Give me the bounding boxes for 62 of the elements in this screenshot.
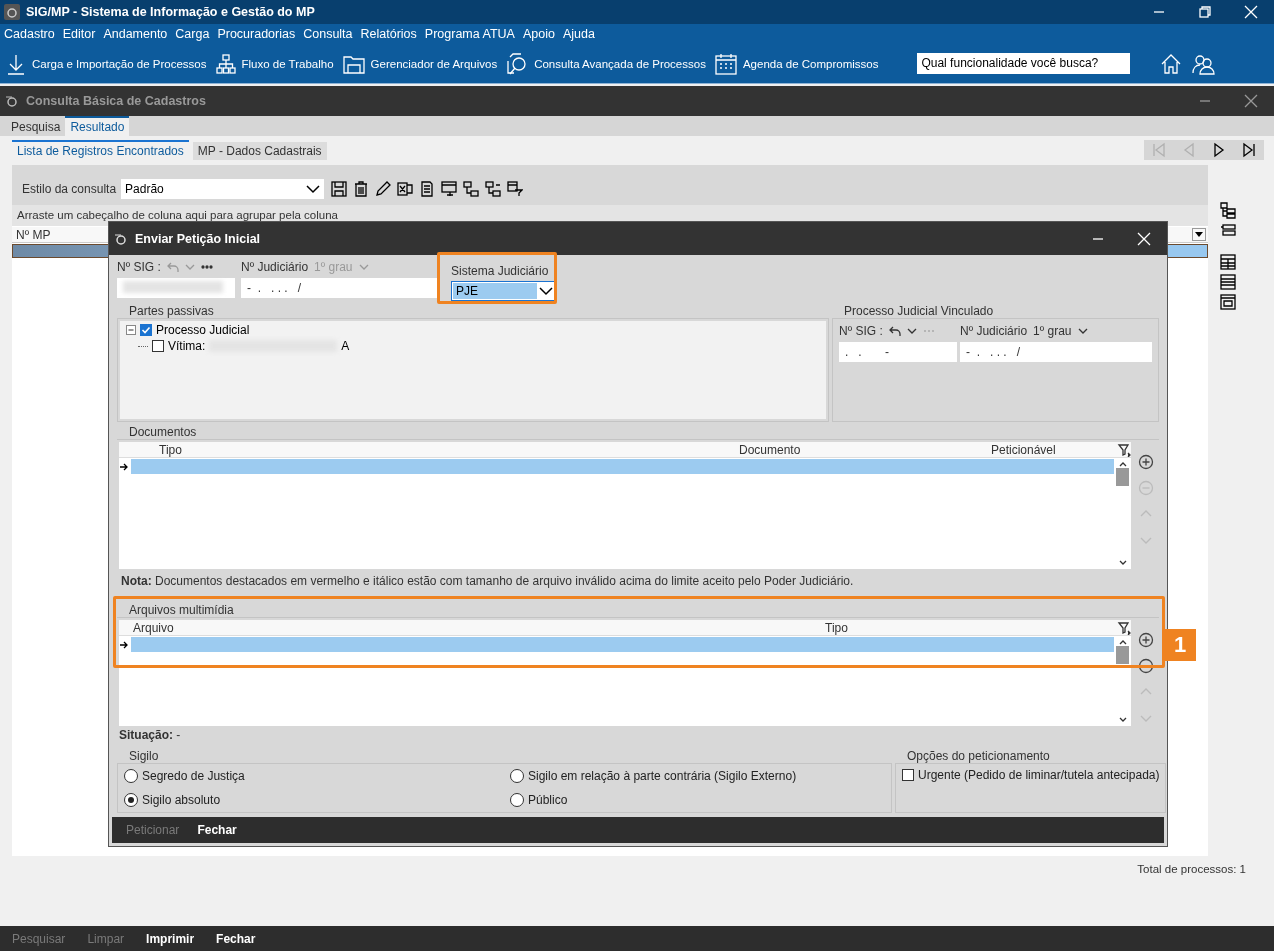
input-field[interactable]: - . . . . / bbox=[960, 342, 1152, 362]
system-dropdown[interactable]: PJE bbox=[451, 281, 555, 301]
tab[interactable]: Pesquisa bbox=[6, 118, 66, 136]
tree-item-label[interactable]: Vítima: bbox=[168, 339, 206, 353]
tab[interactable]: MP - Dados Cadastrais bbox=[192, 142, 327, 160]
menu-item[interactable]: Carga bbox=[171, 27, 214, 41]
radio-label[interactable]: Sigilo em relação à parte contrária (Sigilo Externo) bbox=[528, 769, 797, 784]
tab[interactable]: Resultado bbox=[65, 116, 130, 136]
window-title: SIG/MP - Sistema de Informação e Gestão do MP bbox=[26, 5, 316, 19]
action-button[interactable]: Fechar bbox=[216, 931, 256, 946]
column-header[interactable]: Tipo bbox=[825, 620, 1117, 635]
toolbar-link[interactable]: Fluxo de Trabalho bbox=[241, 57, 334, 70]
toolbar-link[interactable]: Consulta Avançada de Processos bbox=[534, 57, 706, 70]
status-text: Situação: - bbox=[118, 728, 182, 742]
radio-label[interactable]: Segredo de Justiça bbox=[142, 769, 245, 784]
group-title: Opções do peticionamento bbox=[906, 749, 1051, 763]
total-count: Total de processos: 1 bbox=[1137, 863, 1246, 875]
style-dropdown[interactable]: Padrão bbox=[121, 179, 325, 199]
field-label: Sistema Judiciário bbox=[451, 263, 549, 278]
window-title: Consulta Básica de Cadastros bbox=[26, 94, 206, 108]
field-label: Nº Judiciário bbox=[241, 260, 309, 274]
menu-item[interactable]: Programa ATUA bbox=[420, 27, 519, 41]
menu-item[interactable]: Consulta bbox=[299, 27, 357, 41]
field-label: Nº SIG : bbox=[839, 324, 883, 338]
search-field[interactable]: Qual funcionalidade você busca? bbox=[917, 53, 1131, 74]
toolbar-link[interactable]: Carga e Importação de Processos bbox=[32, 57, 207, 70]
degree-label: 1º grau bbox=[1033, 324, 1072, 338]
group-title: Partes passivas bbox=[128, 304, 215, 318]
input-field[interactable]: - . . . . / bbox=[241, 278, 437, 298]
callout-badge: 1 bbox=[1164, 629, 1196, 661]
name-fragment: A bbox=[341, 339, 350, 353]
field-label: Nº SIG : bbox=[117, 260, 161, 274]
group-title: Arquivos multimídia bbox=[128, 603, 235, 617]
note-text: Nota: Documentos destacados em vermelho e itálico estão com tamanho de arquivo inválido acima do limite aceito pelo Poder Judiciário. bbox=[120, 573, 855, 590]
dialog-title: Enviar Petição Inicial bbox=[135, 231, 261, 246]
field-label: Nº Judiciário bbox=[960, 324, 1028, 338]
field-label: Estilo da consulta bbox=[22, 182, 117, 196]
column-header[interactable]: Nº MP bbox=[16, 227, 51, 242]
column-header[interactable]: Documento bbox=[739, 442, 991, 457]
group-title: Processo Judicial Vinculado bbox=[843, 304, 995, 318]
input-field[interactable]: . . - bbox=[839, 342, 957, 362]
action-button[interactable]: Imprimir bbox=[146, 931, 195, 946]
degree-label: 1º grau bbox=[314, 260, 353, 274]
column-header[interactable]: Arquivo bbox=[119, 620, 825, 635]
radio-label[interactable]: Sigilo absoluto bbox=[142, 792, 221, 807]
menu-item[interactable]: Andamento bbox=[99, 27, 172, 41]
menu-item[interactable]: Procuradorias bbox=[213, 27, 300, 41]
menu-item[interactable]: Cadastro bbox=[0, 27, 59, 41]
tree-item-label[interactable]: Processo Judicial bbox=[156, 323, 250, 337]
menu-item[interactable]: Editor bbox=[58, 27, 100, 41]
menu-item[interactable]: Relatórios bbox=[356, 27, 421, 41]
tab[interactable]: Lista de Registros Encontrados bbox=[12, 140, 189, 160]
toolbar-link[interactable]: Gerenciador de Arquivos bbox=[370, 57, 498, 70]
action-button[interactable]: Fechar bbox=[197, 823, 237, 837]
menu-item[interactable]: Ajuda bbox=[558, 27, 599, 41]
radio-label[interactable]: Público bbox=[528, 792, 568, 807]
group-title: Documentos bbox=[128, 425, 198, 439]
menu-item[interactable]: Apoio bbox=[518, 27, 559, 41]
toolbar-link[interactable]: Agenda de Compromissos bbox=[742, 57, 879, 70]
column-header[interactable]: Tipo bbox=[119, 442, 739, 457]
column-header[interactable]: Peticionável bbox=[991, 442, 1117, 457]
group-title: Sigilo bbox=[128, 749, 160, 763]
